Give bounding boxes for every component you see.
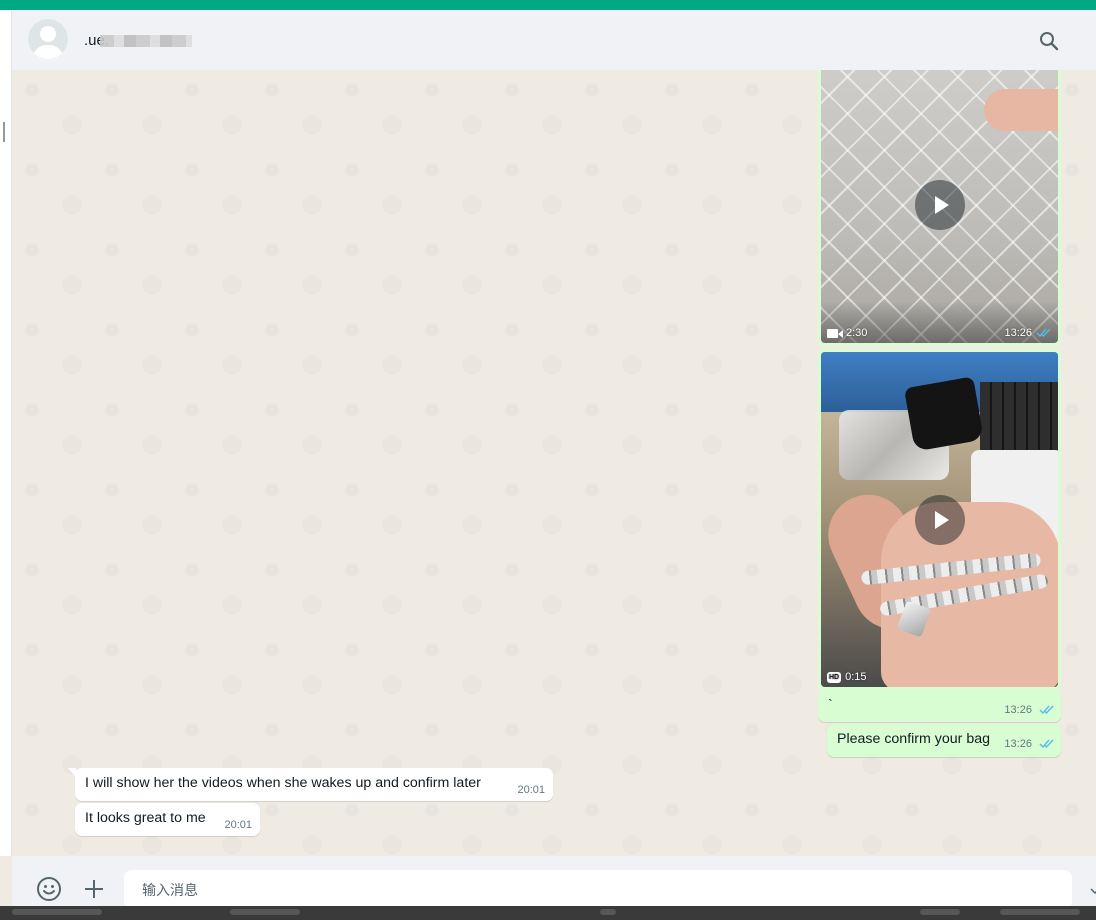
taskbar-item[interactable] xyxy=(600,909,616,915)
keyboard-image xyxy=(980,382,1058,456)
search-icon xyxy=(1040,32,1059,51)
double-check-icon xyxy=(1039,739,1054,749)
hand-image xyxy=(984,89,1058,131)
incoming-message[interactable]: It looks great to me 20:01 xyxy=(75,803,260,836)
video-camera-icon xyxy=(827,328,843,338)
duration-text: 0:15 xyxy=(845,671,867,683)
message-meta: 13:26 xyxy=(1004,327,1052,339)
message-composer xyxy=(12,856,1096,910)
video-duration: HD 0:15 xyxy=(827,671,867,683)
taskbar-item[interactable] xyxy=(1000,909,1080,915)
message-text: I will show her the videos when she wake… xyxy=(85,775,481,791)
play-icon xyxy=(934,510,949,529)
video-thumbnail-bag[interactable]: 2:30 13:26 xyxy=(821,70,1058,343)
chevron-down-icon[interactable] xyxy=(1090,886,1096,896)
contact-avatar[interactable] xyxy=(28,19,68,59)
video-message-bubble[interactable]: 2:30 13:26 xyxy=(818,70,1061,346)
left-panel-edge xyxy=(0,10,12,856)
double-check-icon xyxy=(1036,328,1051,338)
hd-badge-icon: HD xyxy=(827,671,842,683)
play-button[interactable] xyxy=(914,494,965,545)
video-duration: 2:30 xyxy=(827,327,867,339)
video-thumbnail-chain[interactable]: HD 0:15 xyxy=(821,352,1058,687)
duration-text: 2:30 xyxy=(846,327,868,339)
outgoing-message[interactable]: Please confirm your bag 13:26 xyxy=(827,724,1061,757)
message-input[interactable] xyxy=(124,870,1072,910)
outgoing-message[interactable]: ` 13:26 xyxy=(818,689,1061,722)
double-check-icon xyxy=(1039,705,1054,715)
video-message-bubble[interactable]: HD 0:15 xyxy=(818,349,1061,690)
scroll-indicator[interactable] xyxy=(3,122,9,142)
taskbar-item[interactable] xyxy=(12,909,102,915)
plus-icon xyxy=(85,880,103,898)
attach-button[interactable] xyxy=(82,876,106,902)
message-time: 13:26 xyxy=(1004,738,1032,750)
os-taskbar xyxy=(0,906,1096,920)
contact-name-redaction xyxy=(100,35,192,47)
message-meta: 13:26 xyxy=(1004,738,1055,750)
taskbar-item[interactable] xyxy=(230,909,300,915)
incoming-message[interactable]: I will show her the videos when she wake… xyxy=(68,768,553,801)
avatar-body-shape xyxy=(33,45,63,59)
app-top-accent-bar xyxy=(0,0,1096,10)
message-time: 13:26 xyxy=(1004,327,1032,339)
emoji-icon xyxy=(37,877,61,901)
play-button[interactable] xyxy=(914,180,965,230)
chat-header: .ue. xyxy=(12,10,1096,70)
chat-panel[interactable]: 2:30 13:26 HD 0:15 ` 13:26 Please confir… xyxy=(12,70,1096,856)
message-time: 20:01 xyxy=(517,784,545,796)
message-time: 13:26 xyxy=(1004,704,1032,716)
black-pouch-image xyxy=(903,376,985,452)
message-text: Please confirm your bag xyxy=(837,731,990,747)
search-button[interactable] xyxy=(1036,28,1062,54)
avatar-head-shape xyxy=(40,26,56,42)
message-time: 20:01 xyxy=(224,819,252,831)
message-text: It looks great to me xyxy=(85,810,206,826)
bubble-tail xyxy=(68,768,76,777)
taskbar-item[interactable] xyxy=(920,909,960,915)
emoji-button[interactable] xyxy=(36,876,62,902)
play-icon xyxy=(934,196,949,214)
message-meta: 13:26 xyxy=(1004,704,1055,716)
message-text: ` xyxy=(828,697,833,713)
